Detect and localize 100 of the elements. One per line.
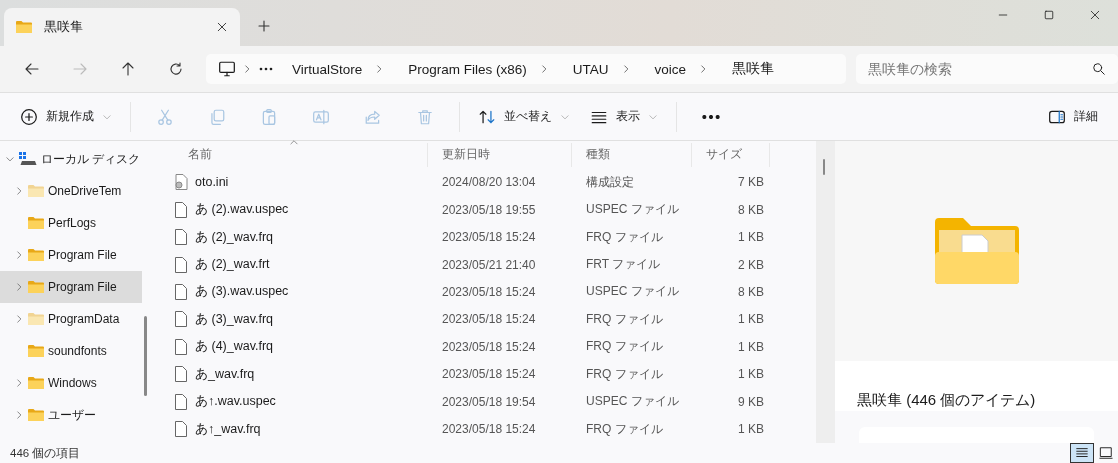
sidebar-item[interactable]: Program File	[0, 239, 142, 271]
breadcrumb-item[interactable]: Program Files (x86)	[402, 61, 533, 77]
close-icon	[216, 21, 228, 33]
file-name[interactable]: あ_wav.frq	[195, 365, 255, 383]
up-arrow-icon	[120, 61, 136, 77]
folder-tab[interactable]: 黒咲隼	[4, 8, 240, 46]
file-icon	[174, 229, 188, 246]
file-name[interactable]: あ↑_wav.frq	[195, 420, 261, 438]
copy-icon	[208, 107, 226, 126]
chevron-right-icon	[14, 378, 24, 388]
sidebar-item[interactable]: Program File	[0, 271, 142, 303]
table-cell-text: 2023/05/21 21:40	[441, 257, 537, 272]
sidebar-item[interactable]: ユーザー	[0, 399, 142, 431]
table-cell-text: USPEC ファイル	[585, 201, 680, 219]
search-field[interactable]: 黒咲隼の検索	[856, 54, 1118, 84]
file-icon	[174, 366, 188, 383]
details-button[interactable]: 詳細	[1040, 100, 1106, 133]
table-cell-text: 9 KB	[737, 394, 765, 409]
sidebar-item[interactable]: Windows	[0, 367, 142, 399]
chevron-right-icon	[14, 314, 24, 324]
file-icon	[174, 338, 188, 355]
column-header[interactable]: 種類	[572, 142, 692, 167]
more-icon	[702, 114, 720, 119]
search-icon	[1092, 62, 1106, 76]
refresh-icon	[168, 61, 184, 77]
table-cell-text: FRQ ファイル	[585, 228, 664, 246]
tiles-view-icon	[1099, 446, 1113, 460]
list-lines-icon	[1075, 446, 1089, 460]
column-header[interactable]: サイズ	[692, 142, 770, 167]
table-cell-text: 8 KB	[737, 202, 765, 217]
table-cell-text: 2024/08/20 13:04	[441, 175, 537, 190]
file-icon	[174, 393, 188, 410]
table-cell-text: 8 KB	[737, 285, 765, 299]
maximize-icon	[1043, 9, 1055, 21]
file-name[interactable]: あ (2)_wav.frq	[195, 228, 274, 246]
tab-title: 黒咲隼	[44, 18, 84, 36]
close-icon	[1089, 9, 1101, 21]
forward-arrow-icon	[72, 61, 88, 77]
folder-icon	[934, 218, 1019, 284]
table-cell-text: 2023/05/18 15:24	[441, 312, 537, 327]
table-cell-text: USPEC ファイル	[585, 393, 680, 411]
table-cell-text: FRT ファイル	[585, 256, 662, 274]
plus-circle-icon	[20, 107, 38, 126]
sort-button[interactable]: 並べ替え	[470, 100, 578, 133]
breadcrumb-item[interactable]: 黒咲隼	[726, 60, 781, 78]
table-cell-text: FRQ ファイル	[585, 310, 664, 328]
chevron-right-icon	[14, 186, 24, 196]
breadcrumb-item[interactable]: VirtualStore	[286, 61, 369, 77]
trash-icon	[416, 107, 434, 126]
view-button[interactable]: 表示	[582, 100, 666, 133]
chevron-right-icon	[14, 250, 24, 260]
file-icon	[174, 421, 188, 438]
new-button[interactable]: 新規作成	[12, 100, 120, 133]
chevron-right-icon	[242, 64, 252, 74]
column-header[interactable]: 名前	[150, 142, 428, 167]
table-cell-text: 2023/05/18 15:24	[441, 339, 537, 354]
table-cell-text: 1 KB	[737, 339, 765, 354]
file-name[interactable]: あ (3).wav.uspec	[195, 283, 289, 301]
folder-icon	[16, 20, 32, 34]
table-cell-text: 2023/05/18 19:54	[441, 394, 537, 409]
chevron-down-icon	[5, 154, 15, 164]
table-cell-text: FRQ ファイル	[585, 338, 664, 356]
table-cell-text: FRQ ファイル	[585, 420, 664, 438]
sidebar-item[interactable]: OneDriveTem	[0, 175, 142, 207]
file-name[interactable]: あ (2).wav.uspec	[195, 201, 289, 219]
address-bar[interactable]: VirtualStore Program Files (x86) UTAU voice 黒咲隼	[206, 54, 846, 84]
sidebar-item[interactable]: ProgramData	[0, 303, 142, 335]
table-cell-text: 2 KB	[737, 257, 765, 272]
clipboard-icon	[260, 107, 278, 126]
table-cell-text: 1 KB	[737, 230, 765, 245]
file-name[interactable]: あ↑.wav.uspec	[195, 393, 276, 411]
back-arrow-icon	[24, 61, 40, 77]
file-icon	[174, 284, 188, 300]
details-view-button[interactable]	[1070, 443, 1094, 463]
breadcrumb-item[interactable]: voice	[648, 61, 693, 77]
item-count: 446 個の項目	[10, 445, 81, 461]
scrollbar-thumb[interactable]	[823, 159, 825, 175]
rename-icon	[312, 107, 330, 126]
table-cell-text: FRQ ファイル	[585, 365, 664, 383]
file-name[interactable]: あ (3)_wav.frq	[195, 310, 274, 328]
scrollbar-thumb[interactable]	[144, 316, 147, 396]
chevron-right-icon	[14, 410, 24, 420]
sidebar-item[interactable]: soundfonts	[0, 335, 142, 367]
table-cell-text: USPEC ファイル	[585, 283, 680, 301]
table-cell-text: 1 KB	[737, 422, 765, 437]
file-name[interactable]: あ (2)_wav.frt	[195, 256, 270, 274]
file-icon	[174, 201, 188, 218]
table-cell-text: 7 KB	[737, 175, 765, 190]
column-header[interactable]: 更新日時	[428, 142, 572, 167]
plus-icon	[256, 18, 272, 34]
table-cell-text: 2023/05/18 15:24	[441, 285, 537, 299]
file-name[interactable]: oto.ini	[195, 175, 229, 190]
file-name[interactable]: あ (4)_wav.frq	[195, 338, 274, 356]
table-cell-text: 構成設定	[585, 173, 635, 191]
table-cell-text: 1 KB	[737, 312, 765, 327]
scissors-icon	[156, 107, 174, 126]
breadcrumb-item[interactable]: UTAU	[566, 61, 615, 77]
table-cell-text: 2023/05/18 15:24	[441, 367, 537, 382]
sidebar-item[interactable]: PerfLogs	[0, 207, 142, 239]
sidebar-item[interactable]: ローカル ディスク	[0, 143, 142, 175]
